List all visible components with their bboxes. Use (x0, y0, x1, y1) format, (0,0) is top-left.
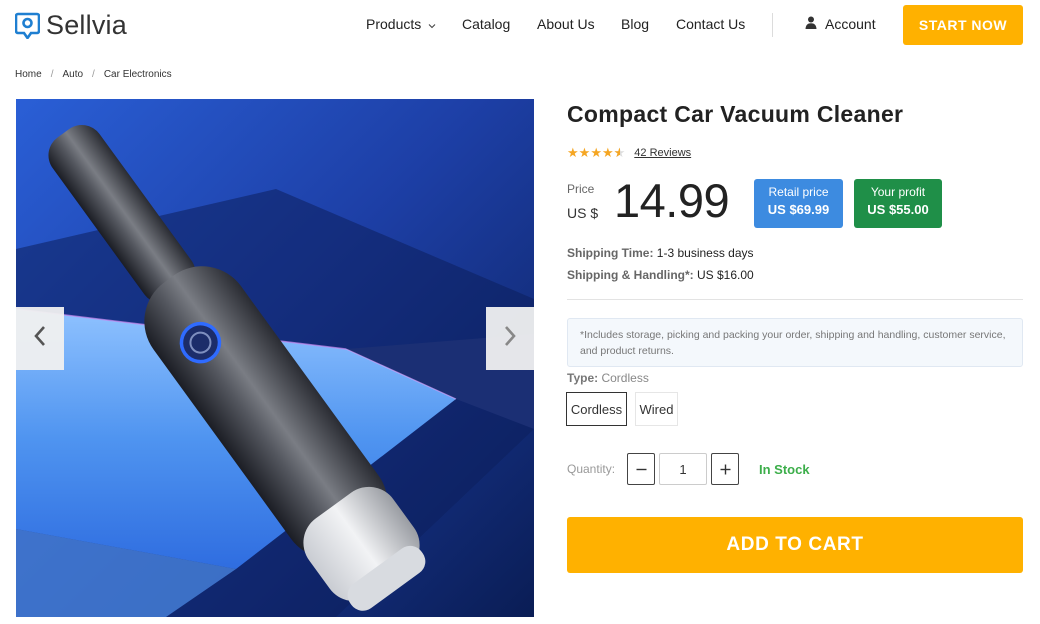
divider (567, 299, 1023, 300)
profit-label: Your profit (870, 185, 926, 199)
nav-contact-us[interactable]: Contact Us (676, 16, 745, 32)
user-icon (805, 16, 825, 32)
plus-icon (720, 459, 731, 480)
star-icon: ★ (601, 145, 614, 160)
nav-products-label: Products (366, 16, 422, 32)
retail-price-value: US $69.99 (767, 202, 830, 217)
product-gallery (16, 99, 534, 617)
gallery-prev-button[interactable] (16, 307, 64, 370)
star-icon: ★ (590, 145, 602, 160)
shipping-time: Shipping Time: 1-3 business days (567, 246, 754, 260)
breadcrumb-home[interactable]: Home (15, 69, 42, 80)
shipping-time-key: Shipping Time: (567, 246, 654, 260)
profit-value: US $55.00 (867, 202, 929, 217)
shipping-time-value: 1-3 business days (656, 246, 754, 260)
type-key: Type: (567, 371, 599, 385)
product-image (16, 99, 534, 617)
breadcrumb-car-electronics[interactable]: Car Electronics (104, 69, 172, 80)
shipping-note: *Includes storage, picking and packing y… (567, 318, 1023, 367)
chevron-down-icon (428, 16, 436, 32)
type-label: Type: Cordless (567, 371, 649, 385)
breadcrumb-auto[interactable]: Auto (62, 69, 83, 80)
chevron-right-icon (503, 325, 517, 352)
rating-stars: ★ ★ ★ ★ ★ ★ (567, 146, 625, 160)
minus-icon (636, 459, 647, 480)
quantity-input[interactable] (659, 453, 707, 485)
site-header: Sellvia Products Catalog About Us Blog C… (0, 0, 1040, 50)
option-cordless[interactable]: Cordless (566, 392, 627, 426)
account-label: Account (825, 16, 876, 32)
nav-about-us[interactable]: About Us (537, 16, 595, 32)
breadcrumb-separator: / (92, 69, 95, 80)
price-currency: US $ (567, 205, 599, 221)
nav-blog[interactable]: Blog (621, 16, 649, 32)
brand-logo[interactable]: Sellvia (14, 10, 127, 40)
stock-status: In Stock (759, 462, 810, 477)
shipping-handling: Shipping & Handling*: US $16.00 (567, 268, 754, 282)
quantity-increase-button[interactable] (711, 453, 739, 485)
star-icon: ★ (578, 145, 591, 160)
price-label: Price (567, 182, 595, 196)
product-title: Compact Car Vacuum Cleaner (567, 101, 904, 127)
reviews-link[interactable]: 42 Reviews (634, 147, 691, 159)
star-half-icon: ★ ★ (613, 145, 626, 160)
product-rating: ★ ★ ★ ★ ★ ★ 42 Reviews (567, 146, 691, 160)
breadcrumb-separator: / (50, 69, 54, 80)
start-now-button[interactable]: START NOW (903, 5, 1023, 45)
star-icon: ★ (567, 145, 579, 160)
profit-badge: Your profit US $55.00 (854, 179, 942, 228)
gallery-next-button[interactable] (486, 307, 534, 370)
brand-name: Sellvia (46, 10, 127, 40)
option-wired[interactable]: Wired (635, 392, 678, 426)
nav-catalog[interactable]: Catalog (462, 16, 510, 32)
breadcrumb: Home / Auto / Car Electronics (15, 69, 172, 80)
shipping-handling-key: Shipping & Handling*: (567, 268, 694, 282)
quantity-label: Quantity: (567, 462, 616, 476)
account-link[interactable]: Account (805, 16, 876, 32)
retail-price-badge: Retail price US $69.99 (754, 179, 843, 228)
quantity-decrease-button[interactable] (627, 453, 655, 485)
price-value: 14.99 (614, 174, 730, 227)
nav-products[interactable]: Products (366, 16, 436, 32)
type-value: Cordless (601, 371, 649, 385)
shipping-handling-value: US $16.00 (697, 268, 754, 282)
retail-price-label: Retail price (768, 185, 829, 199)
location-pin-icon (14, 12, 41, 40)
add-to-cart-button[interactable]: ADD TO CART (567, 517, 1023, 573)
chevron-left-icon (33, 325, 47, 352)
nav-divider (772, 13, 773, 37)
